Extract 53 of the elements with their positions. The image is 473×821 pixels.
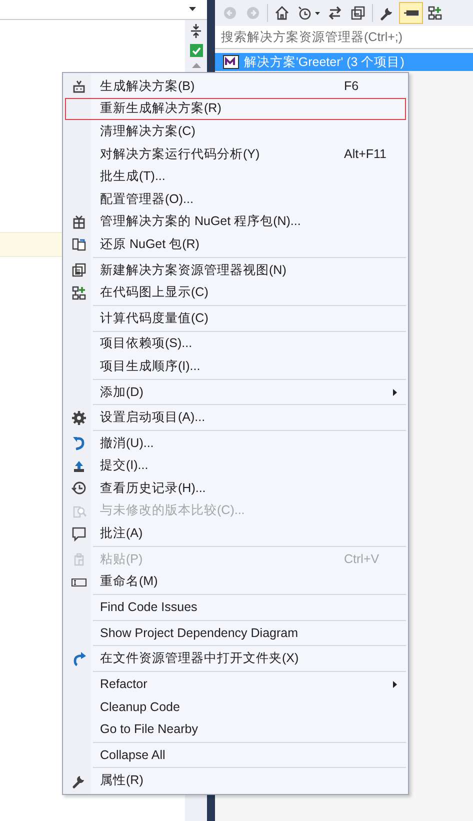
menu-item[interactable]: 项目生成顺序(I)... bbox=[65, 355, 406, 378]
undo-icon bbox=[71, 435, 87, 452]
collapse-icon bbox=[350, 5, 366, 21]
menu-item[interactable]: 在代码图上显示(C) bbox=[65, 281, 406, 304]
toolbar-button[interactable] bbox=[399, 2, 423, 24]
package-icon bbox=[71, 214, 87, 230]
wrench-icon bbox=[379, 5, 395, 21]
search-field[interactable]: 搜索解决方案资源管理器(Ctrl+;) bbox=[215, 26, 473, 49]
menu-item[interactable]: 计算代码度量值(C) bbox=[65, 306, 406, 330]
forward-icon bbox=[245, 5, 261, 21]
menu-item[interactable]: 提交(I)... bbox=[65, 454, 406, 478]
comment-icon bbox=[71, 526, 87, 542]
diagram-icon bbox=[71, 284, 87, 301]
menu-item[interactable]: 清理解决方案(C) bbox=[65, 120, 406, 143]
menu-item[interactable]: Cleanup Code bbox=[65, 695, 406, 718]
menu-item[interactable]: 管理解决方案的 NuGet 程序包(N)... bbox=[65, 210, 406, 234]
caret-icon bbox=[189, 7, 196, 11]
restore-icon bbox=[71, 236, 87, 252]
menu-item[interactable]: 查看历史记录(H)... bbox=[65, 477, 406, 500]
solution-icon bbox=[223, 55, 239, 69]
diagram-icon bbox=[427, 5, 443, 21]
menu-item[interactable]: 在文件资源管理器中打开文件夹(X) bbox=[65, 647, 406, 670]
home-icon bbox=[274, 5, 290, 21]
back-icon bbox=[222, 5, 238, 21]
menu-item[interactable]: Collapse All bbox=[65, 744, 406, 766]
menu-item[interactable]: 重新生成解决方案(R) bbox=[65, 98, 406, 120]
sync-icon bbox=[327, 5, 343, 21]
menu-item[interactable]: Go to File Nearby bbox=[65, 718, 406, 741]
menu-item[interactable]: 批注(A) bbox=[65, 522, 406, 545]
menu-item[interactable]: Show Project Dependency Diagram bbox=[65, 622, 406, 644]
menu-item[interactable]: Find Code Issues bbox=[65, 596, 406, 619]
menu-item[interactable]: 重命名(M) bbox=[65, 570, 406, 594]
menu-item[interactable]: 新建解决方案资源管理器视图(N) bbox=[65, 258, 406, 282]
window-icon bbox=[71, 262, 87, 278]
menu-item[interactable]: 撤消(U)... bbox=[65, 432, 406, 454]
caret-icon bbox=[315, 12, 320, 14]
menu-item[interactable]: 对解决方案运行代码分析(Y) Alt+F11 bbox=[65, 142, 406, 166]
menu-item[interactable]: 还原 NuGet 包(R) bbox=[65, 233, 406, 256]
history-icon bbox=[71, 480, 87, 496]
history-icon bbox=[297, 5, 313, 21]
menu-item[interactable]: 项目依赖项(S)... bbox=[65, 332, 406, 356]
settings-icon bbox=[71, 410, 87, 426]
menu-item[interactable]: 批生成(T)... bbox=[65, 165, 406, 188]
menu-item[interactable]: 设置启动项目(A)... bbox=[65, 406, 406, 429]
check-icon bbox=[190, 44, 202, 57]
menu-item[interactable]: 添加(D) bbox=[65, 380, 406, 404]
menu-item[interactable]: 配置管理器(O)... bbox=[65, 188, 406, 211]
build-icon bbox=[71, 78, 87, 94]
menu-item[interactable]: Refactor bbox=[65, 672, 406, 696]
redo-arrow-icon bbox=[71, 650, 87, 667]
splitter-icon[interactable] bbox=[190, 24, 202, 38]
menu-item[interactable]: 生成解决方案(B) F6 bbox=[65, 75, 406, 98]
menu-item[interactable]: 属性(R) bbox=[65, 769, 406, 792]
